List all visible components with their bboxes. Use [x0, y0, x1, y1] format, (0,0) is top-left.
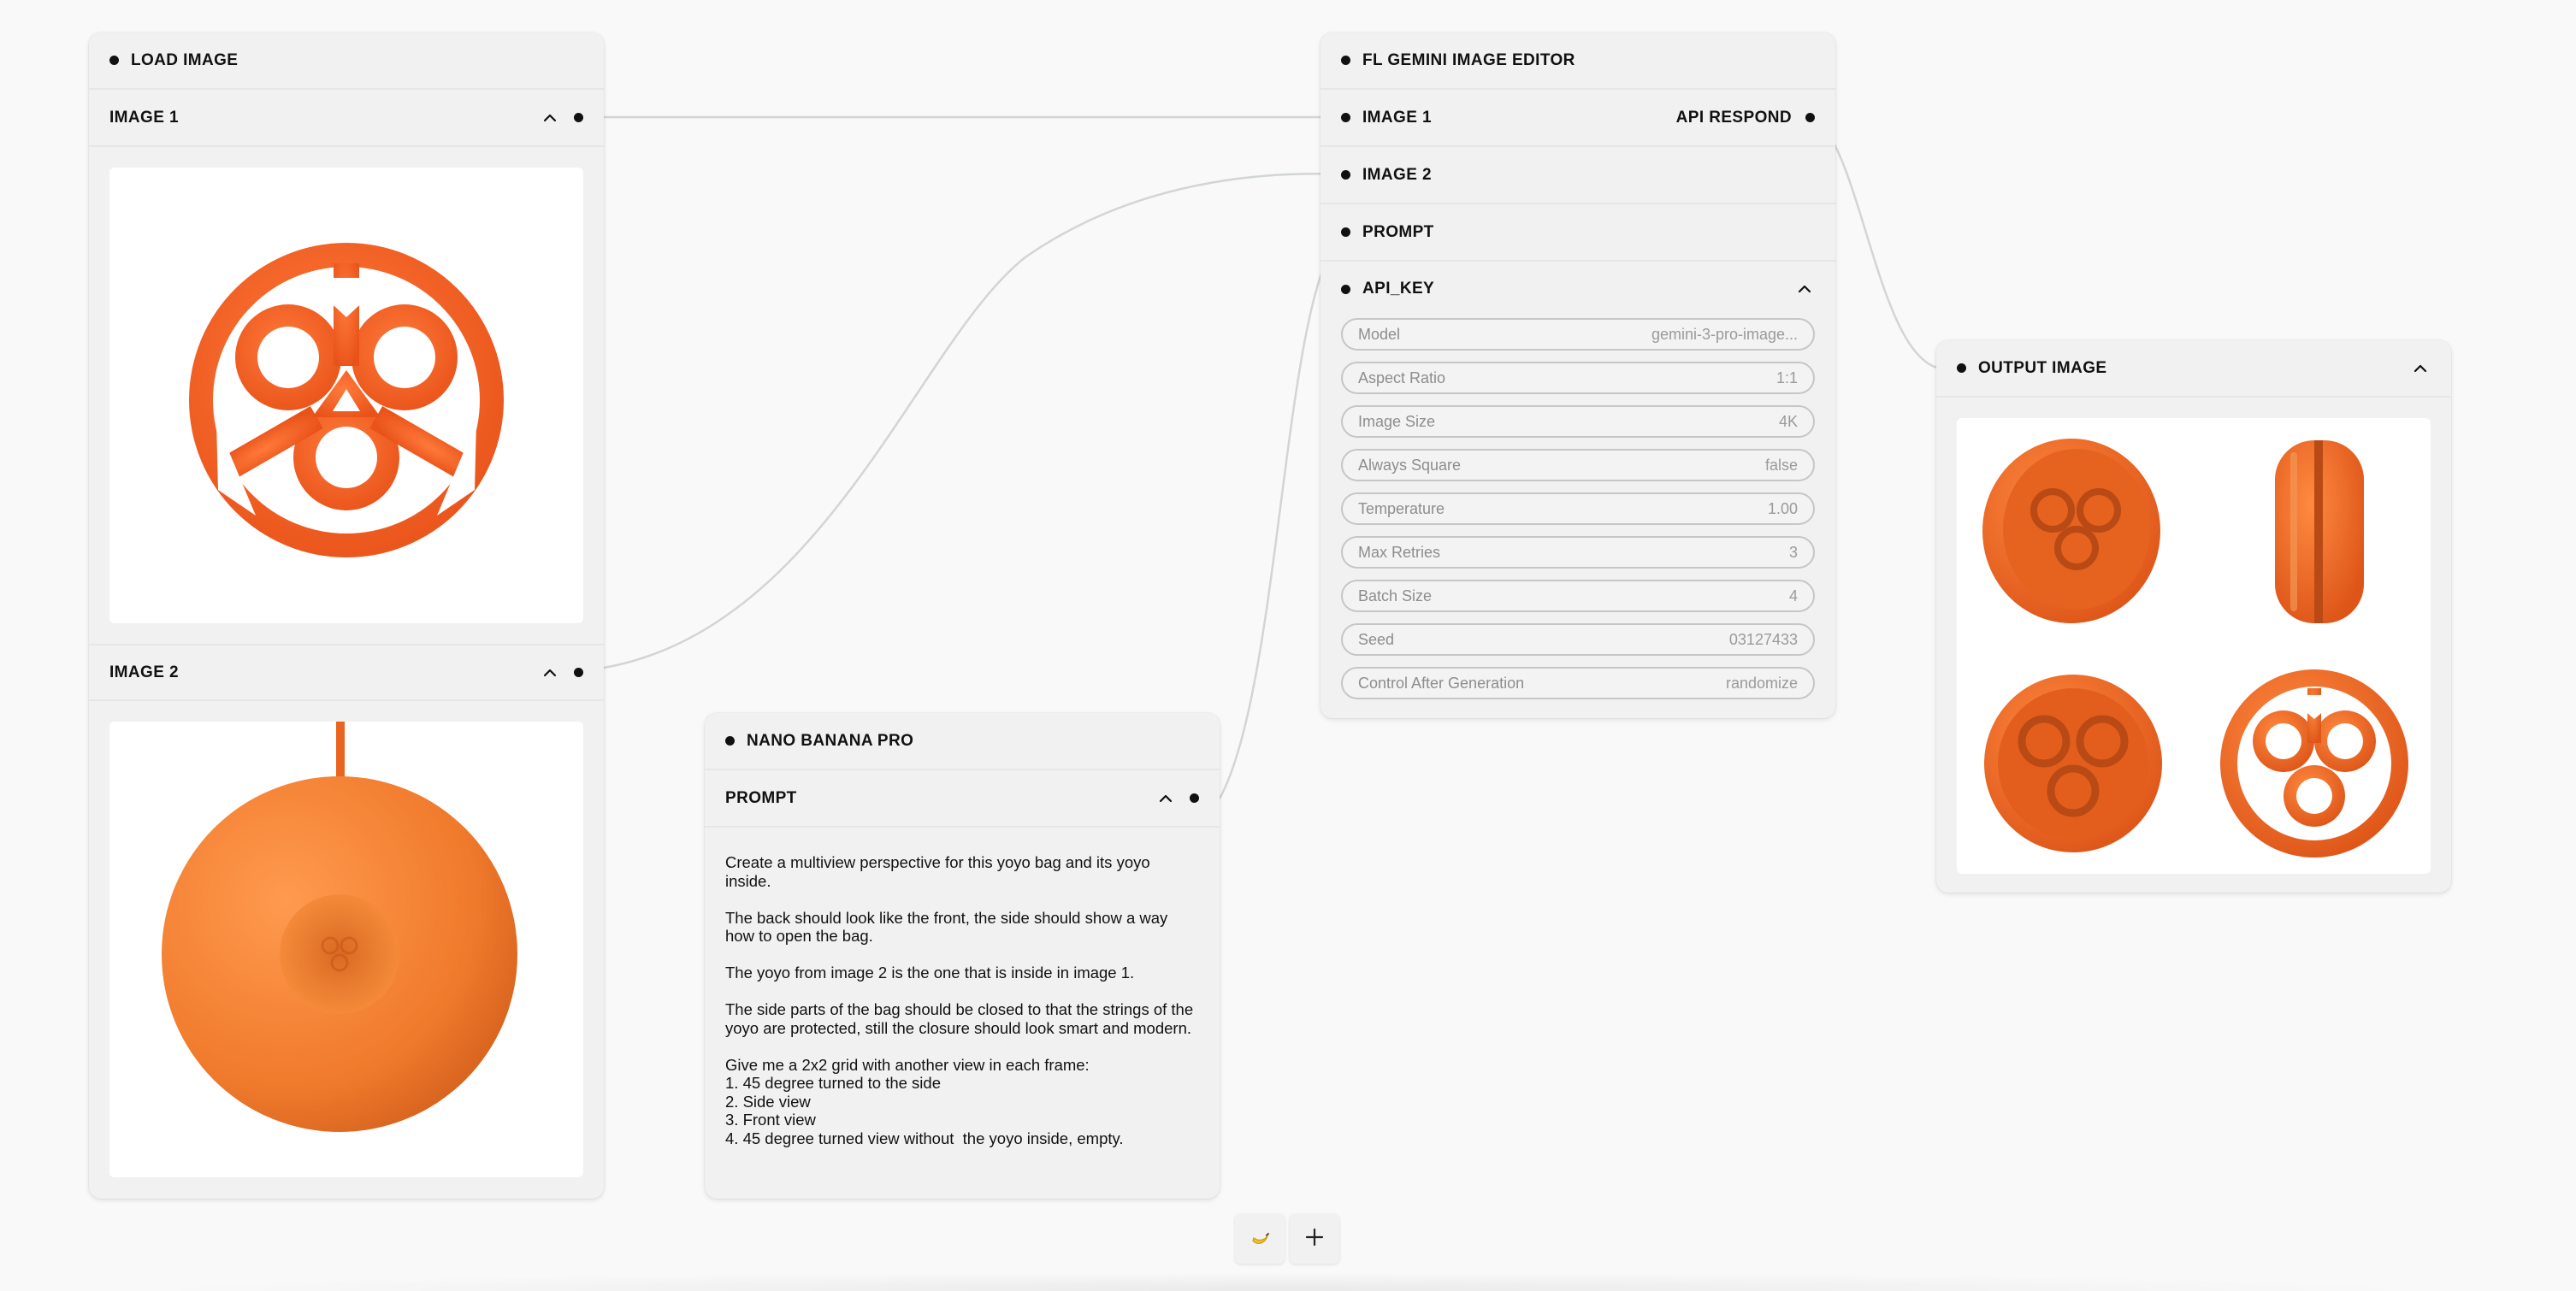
prompt-output-port[interactable] — [1190, 793, 1199, 803]
wire-image2-to-gemini-image2 — [577, 173, 1347, 673]
gemini-node-header[interactable]: FL GEMINI IMAGE EDITOR — [1320, 32, 1835, 90]
field-label: Model — [1358, 325, 1401, 343]
field-value: gemini-3-pro-image... — [1651, 325, 1798, 343]
nano-node-header[interactable]: NANO BANANA PRO — [705, 713, 1220, 770]
field-value: randomize — [1725, 674, 1798, 692]
temperature-field[interactable]: Temperature 1.00 — [1341, 492, 1815, 525]
output-image-preview — [1957, 418, 2431, 874]
image1-preview — [109, 168, 583, 623]
prompt-textarea[interactable]: Create a multiview perspective for this … — [705, 828, 1220, 1147]
api-key-input-label: API_KEY — [1362, 280, 1435, 298]
bottom-shadow — [128, 1272, 2437, 1291]
image1-input-port[interactable] — [1341, 113, 1350, 122]
node-canvas[interactable]: LOAD IMAGE IMAGE 1 IMAGE 2 NANO BANANA P… — [0, 0, 2576, 1291]
batch-size-field[interactable]: Batch Size 4 — [1341, 580, 1815, 612]
seed-field[interactable]: Seed 03127433 — [1341, 623, 1815, 656]
node-title: NANO BANANA PRO — [747, 731, 914, 750]
image2-input-row[interactable]: IMAGE 2 — [1320, 147, 1835, 204]
load-image-node[interactable]: LOAD IMAGE IMAGE 1 IMAGE 2 — [89, 32, 604, 1199]
field-label: Aspect Ratio — [1358, 368, 1446, 386]
gemini-image-editor-node[interactable]: FL GEMINI IMAGE EDITOR IMAGE 1 API RESPO… — [1320, 32, 1835, 718]
image2-input-label: IMAGE 2 — [1362, 165, 1432, 184]
image2-input-port[interactable] — [1341, 170, 1350, 180]
field-value: 1:1 — [1775, 368, 1798, 386]
image2-label: IMAGE 2 — [109, 663, 179, 681]
yoyo-bag-image — [189, 242, 504, 557]
node-title: FL GEMINI IMAGE EDITOR — [1362, 50, 1575, 69]
node-status-dot — [109, 56, 119, 65]
output-image-node[interactable]: OUTPUT IMAGE — [1936, 340, 2451, 893]
plus-icon — [1303, 1226, 1326, 1253]
widget-fields: Model gemini-3-pro-image... Aspect Ratio… — [1320, 316, 1835, 699]
view-empty — [2220, 669, 2408, 858]
image2-preview — [109, 722, 583, 1177]
prompt-input-row[interactable]: PROMPT — [1320, 204, 1835, 262]
add-node-button[interactable] — [1290, 1214, 1339, 1264]
field-label: Seed — [1358, 630, 1395, 648]
field-value: 03127433 — [1728, 630, 1798, 648]
image1-input-row[interactable]: IMAGE 1 API RESPOND — [1320, 90, 1835, 147]
view-front — [1984, 675, 2162, 852]
chevron-up-icon[interactable] — [540, 108, 560, 128]
field-label: Max Retries — [1358, 543, 1441, 561]
view-side — [2275, 440, 2364, 623]
image1-output-row[interactable]: IMAGE 1 — [89, 90, 604, 147]
prompt-input-port[interactable] — [1341, 227, 1350, 237]
image2-output-port[interactable] — [574, 668, 583, 677]
chevron-up-icon[interactable] — [540, 663, 560, 683]
field-label: Always Square — [1358, 456, 1462, 474]
field-value: 4 — [1788, 587, 1798, 604]
chevron-up-icon[interactable] — [1155, 788, 1176, 809]
load-image-header[interactable]: LOAD IMAGE — [89, 32, 604, 90]
nano-banana-pro-node[interactable]: NANO BANANA PRO PROMPT Create a multivie… — [705, 713, 1220, 1199]
node-title: LOAD IMAGE — [131, 50, 239, 69]
field-value: false — [1764, 456, 1798, 474]
view-45-degree — [1982, 439, 2160, 623]
image1-output-port[interactable] — [574, 113, 583, 122]
always-square-field[interactable]: Always Square false — [1341, 449, 1815, 481]
bottom-toolbar — [1235, 1214, 1339, 1264]
output-image-header[interactable]: OUTPUT IMAGE — [1936, 340, 2451, 398]
prompt-input-label: PROMPT — [1362, 222, 1434, 241]
image-size-field[interactable]: Image Size 4K — [1341, 405, 1815, 438]
image1-label: IMAGE 1 — [109, 108, 179, 127]
image1-input-label: IMAGE 1 — [1362, 108, 1432, 127]
banana-button[interactable] — [1235, 1214, 1285, 1264]
field-value: 1.00 — [1767, 499, 1798, 517]
field-label: Batch Size — [1358, 587, 1433, 604]
field-label: Image Size — [1358, 412, 1436, 430]
aspect-ratio-field[interactable]: Aspect Ratio 1:1 — [1341, 362, 1815, 394]
chevron-up-icon[interactable] — [2410, 358, 2431, 379]
field-label: Control After Generation — [1358, 674, 1525, 692]
field-value: 3 — [1788, 543, 1798, 561]
prompt-label: PROMPT — [725, 788, 797, 807]
multiview-grid-image — [1982, 439, 2408, 858]
field-label: Temperature — [1358, 499, 1445, 517]
max-retries-field[interactable]: Max Retries 3 — [1341, 536, 1815, 569]
api-key-input-port[interactable] — [1341, 284, 1350, 294]
node-title: OUTPUT IMAGE — [1978, 358, 2107, 377]
field-value: 4K — [1778, 412, 1798, 430]
output-image-input-port[interactable] — [1957, 363, 1966, 373]
api-respond-label: API RESPOND — [1675, 108, 1792, 127]
prompt-output-row[interactable]: PROMPT — [705, 770, 1220, 828]
api-key-input-row[interactable]: API_KEY — [1320, 262, 1835, 316]
yoyo-image — [162, 722, 517, 1132]
banana-icon — [1249, 1226, 1271, 1253]
node-status-dot — [1341, 56, 1350, 65]
node-status-dot — [725, 736, 735, 746]
model-field[interactable]: Model gemini-3-pro-image... — [1341, 318, 1815, 351]
control-after-generation-field[interactable]: Control After Generation randomize — [1341, 667, 1815, 699]
api-respond-output-port[interactable] — [1805, 113, 1815, 122]
image2-output-row[interactable]: IMAGE 2 — [89, 644, 604, 701]
chevron-up-icon[interactable] — [1794, 279, 1815, 299]
